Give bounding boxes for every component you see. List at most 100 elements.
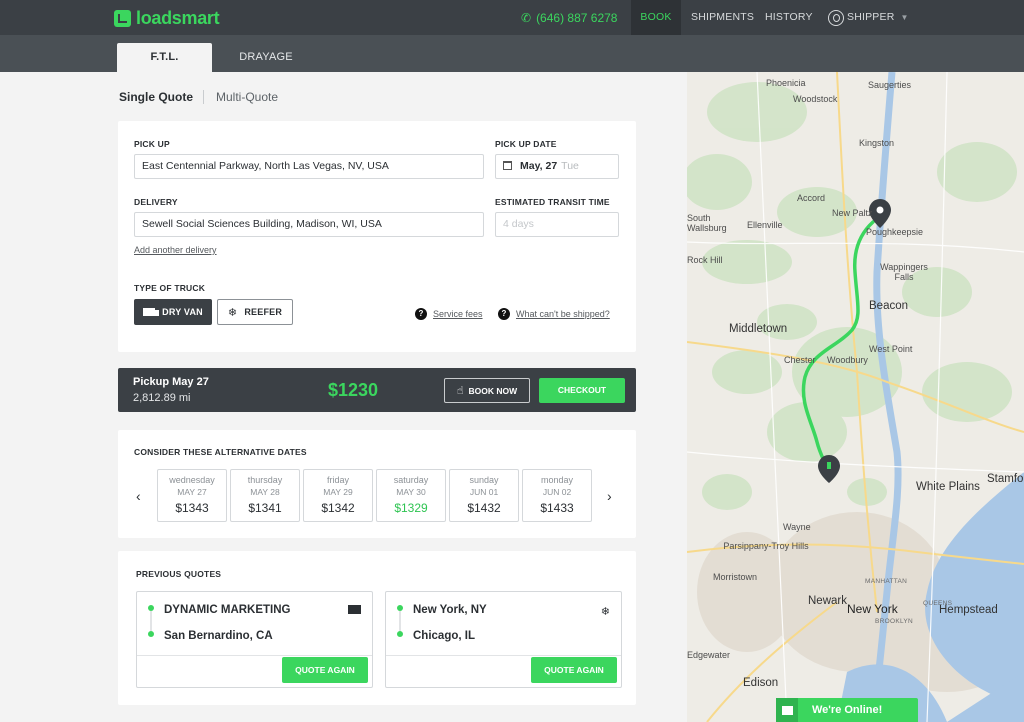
previous-quote-card: New York, NY Chicago, IL ❄ QUOTE AGAIN [385, 591, 622, 688]
checkout-button[interactable]: CHECKOUT [539, 378, 625, 403]
quote-origin: New York, NY [413, 604, 487, 616]
previous-quotes: PREVIOUS QUOTES DYNAMIC MARKETING San Be… [118, 551, 636, 705]
quote-form: PICK UP East Centennial Parkway, North L… [118, 121, 636, 352]
alt-dates-title: CONSIDER THESE ALTERNATIVE DATES [134, 447, 307, 457]
user-menu[interactable]: SHIPPER ▼ [828, 0, 909, 35]
map-label: New Paltz [832, 208, 873, 218]
pickup-summary: Pickup May 27 [133, 376, 209, 388]
reefer-label: REEFER [244, 307, 283, 317]
destination-pin-icon[interactable] [818, 455, 840, 483]
nav-history[interactable]: HISTORY [765, 0, 813, 35]
date-day: MAY 30 [396, 487, 426, 497]
map-label: Morristown [713, 572, 758, 582]
quote-destination: Chicago, IL [413, 630, 475, 642]
nav-shipments[interactable]: SHIPMENTS [691, 0, 754, 35]
date-option[interactable]: saturday MAY 30 $1329 [376, 469, 446, 522]
date-option[interactable]: thursday MAY 28 $1341 [230, 469, 300, 522]
date-price-best: $1329 [394, 501, 428, 515]
date-price: $1341 [248, 501, 282, 515]
map-label: South Wallsburg [687, 213, 727, 233]
quote-again-button[interactable]: QUOTE AGAIN [531, 657, 617, 683]
map-label: Wappingers Falls [880, 262, 928, 282]
calendar-icon [503, 161, 512, 170]
date-weekday: wednesday [169, 475, 215, 485]
pickup-date-label: PICK UP DATE [495, 139, 557, 149]
quote-again-button[interactable]: QUOTE AGAIN [282, 657, 368, 683]
delivery-label: DELIVERY [134, 197, 178, 207]
map-label: Middletown [729, 323, 788, 335]
destination-dot [397, 631, 403, 637]
pickup-input[interactable]: East Centennial Parkway, North Las Vegas… [134, 154, 484, 179]
pickup-date-day: May, 27 [520, 160, 558, 172]
date-day: JUN 01 [469, 487, 499, 497]
quote-summary: Pickup May 27 2,812.89 mi $1230 ☝ BOOK N… [118, 368, 636, 412]
map-label: Kingston [859, 138, 895, 148]
map-label: Parsippany-Troy Hills [723, 541, 809, 551]
alternative-dates: CONSIDER THESE ALTERNATIVE DATES ‹ wedne… [118, 430, 636, 538]
date-option[interactable]: sunday JUN 01 $1432 [449, 469, 519, 522]
truck-icon [348, 605, 361, 614]
chevron-left-icon[interactable]: ‹ [136, 488, 141, 504]
date-option[interactable]: monday JUN 02 $1433 [522, 469, 592, 522]
truck-type-label: TYPE OF TRUCK [134, 283, 206, 293]
add-delivery-link[interactable]: Add another delivery [134, 245, 217, 255]
chat-widget[interactable]: We're Online! [776, 698, 918, 722]
date-price: $1343 [175, 501, 209, 515]
logo-icon [114, 10, 131, 27]
map-label: Wayne [783, 522, 811, 532]
phone-number: (646) 887 6278 [536, 11, 618, 25]
map-label: Newark [808, 595, 847, 607]
book-now-button[interactable]: ☝ BOOK NOW [444, 378, 530, 403]
multi-quote-tab[interactable]: Multi-Quote [216, 90, 278, 104]
delivery-input[interactable]: Sewell Social Sciences Building, Madison… [134, 212, 484, 237]
tab-ftl[interactable]: F.T.L. [117, 43, 212, 72]
mode-tabs: F.T.L. DRAYAGE [0, 35, 1024, 72]
map-label: Edison [743, 677, 779, 689]
transit-time-input[interactable]: 4 days [495, 212, 619, 237]
service-fees-link[interactable]: ? Service fees [415, 308, 483, 320]
cant-ship-link[interactable]: ? What can't be shipped? [498, 308, 610, 320]
distance: 2,812.89 mi [133, 392, 191, 404]
help-icon: ? [498, 308, 510, 320]
destination-dot [148, 631, 154, 637]
map-label: New York [847, 602, 898, 616]
top-nav: loadsmart ✆ (646) 887 6278 BOOK SHIPMENT… [0, 0, 1024, 35]
phone-icon: ✆ [521, 11, 532, 25]
phone-link[interactable]: ✆ (646) 887 6278 [521, 11, 617, 25]
quote-origin: DYNAMIC MARKETING [164, 604, 291, 616]
user-name: SHIPPER [847, 11, 895, 23]
pickup-date-input[interactable]: May, 27 Tue [495, 154, 619, 179]
date-price: $1432 [467, 501, 501, 515]
quote-price: $1230 [328, 380, 379, 400]
date-weekday: friday [326, 475, 349, 485]
tab-drayage[interactable]: DRAYAGE [232, 43, 300, 72]
dry-van-button[interactable]: DRY VAN [134, 299, 212, 325]
date-option[interactable]: friday MAY 29 $1342 [303, 469, 373, 522]
hand-pointer-icon: ☝ [456, 385, 464, 397]
date-day: JUN 02 [542, 487, 572, 497]
previous-quotes-title: PREVIOUS QUOTES [136, 569, 222, 579]
map-label: Chester [784, 355, 816, 365]
date-day: MAY 29 [323, 487, 353, 497]
date-day: MAY 27 [177, 487, 207, 497]
date-weekday: monday [540, 475, 574, 485]
pickup-label: PICK UP [134, 139, 170, 149]
single-quote-tab[interactable]: Single Quote [119, 90, 193, 104]
pickup-date-weekday: Tue [561, 160, 579, 172]
chevron-right-icon[interactable]: › [607, 488, 612, 504]
route-indicator [397, 605, 403, 637]
map-label: White Plains [916, 481, 980, 493]
brand-logo[interactable]: loadsmart [114, 8, 220, 29]
map-label: Edgewater [687, 650, 731, 660]
book-now-label: BOOK NOW [468, 385, 518, 396]
reefer-button[interactable]: ❄ REEFER [217, 299, 293, 325]
cant-ship-label: What can't be shipped? [516, 309, 610, 319]
date-weekday: sunday [469, 475, 499, 485]
route-map[interactable]: Phoenicia Saugerties Woodstock Kingston … [687, 72, 1024, 722]
map-label: Stamford [987, 473, 1024, 485]
divider [386, 655, 621, 656]
nav-book[interactable]: BOOK [631, 0, 681, 35]
date-option[interactable]: wednesday MAY 27 $1343 [157, 469, 227, 522]
map-canvas [687, 72, 1024, 722]
truck-icon [143, 308, 160, 316]
